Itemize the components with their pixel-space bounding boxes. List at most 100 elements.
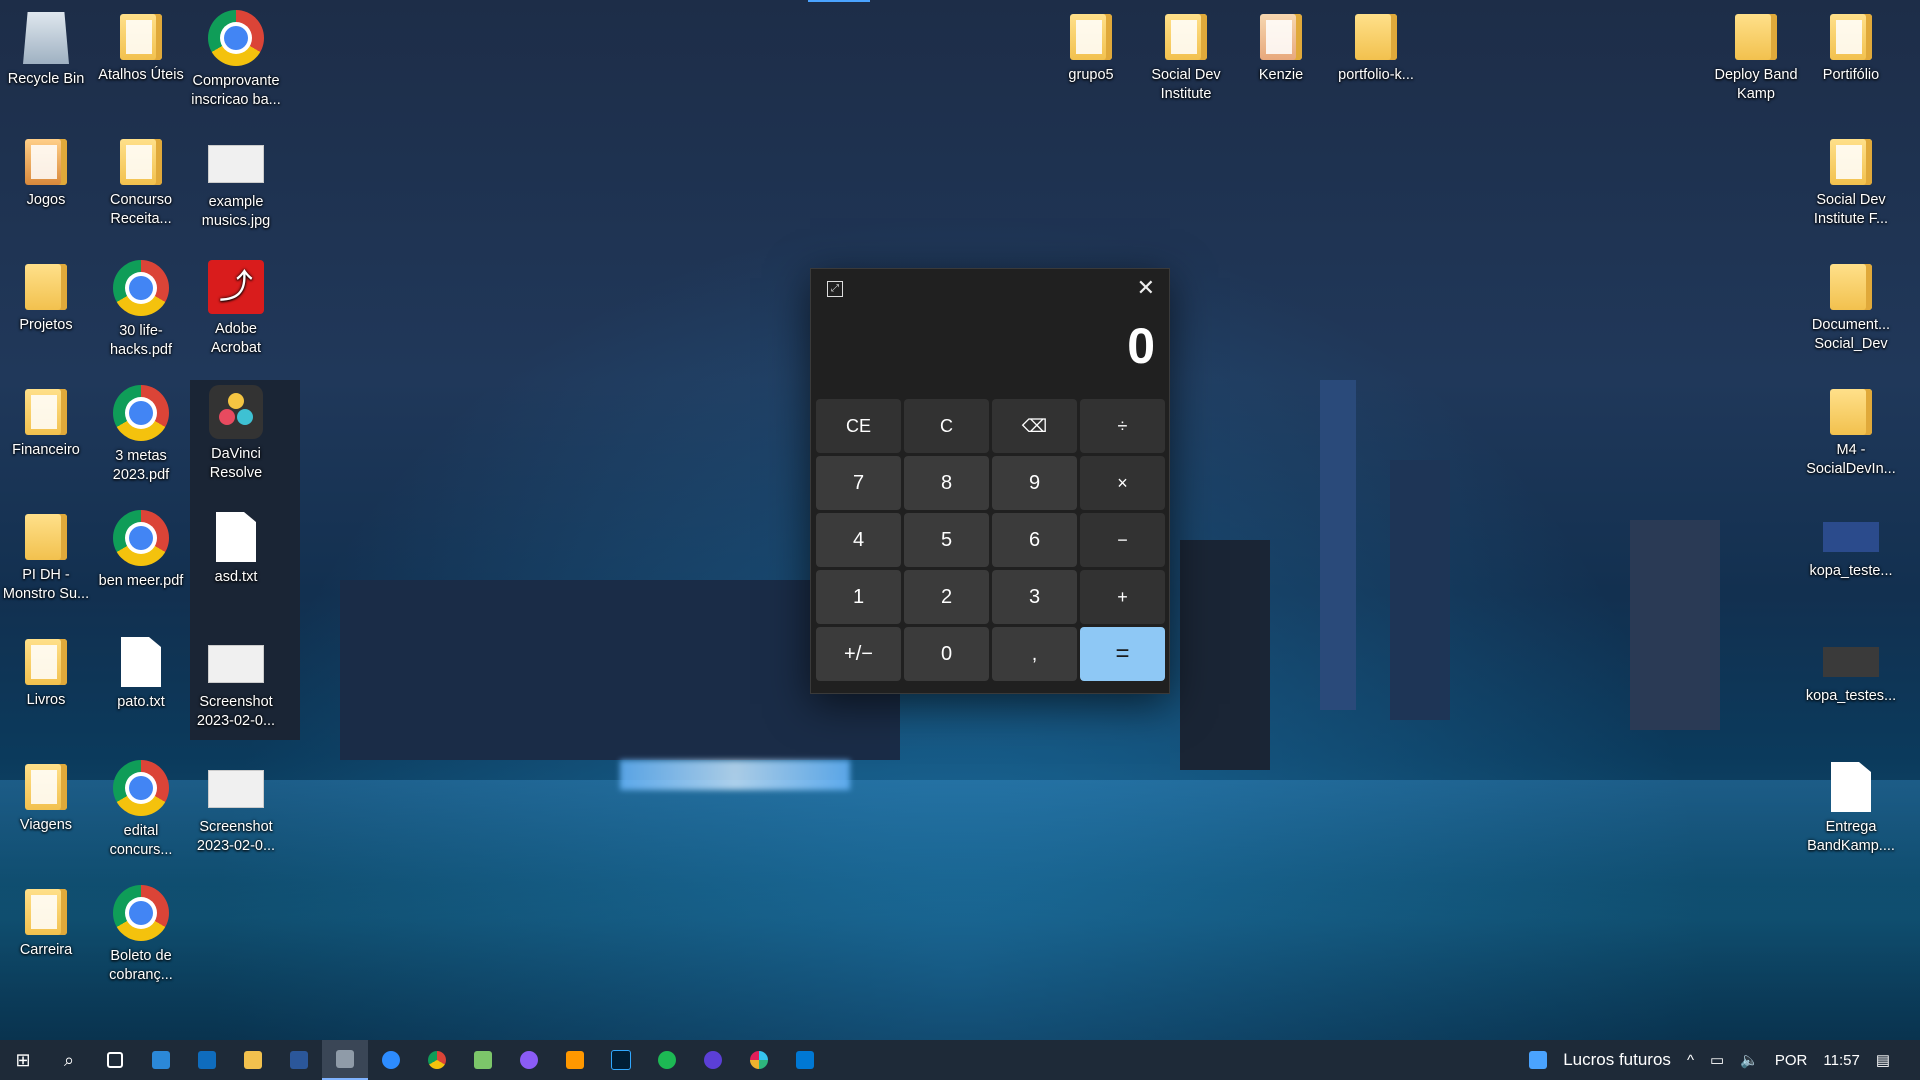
notification-icon[interactable]: ▤ — [1876, 1051, 1890, 1069]
calculator-taskbar-icon[interactable] — [322, 1040, 368, 1080]
digit-7-button[interactable]: 7 — [816, 456, 901, 510]
digit-0-button[interactable]: 0 — [904, 627, 989, 681]
word-icon[interactable] — [276, 1040, 322, 1080]
chrome-shortcut-item[interactable]: edital concurs... — [95, 758, 187, 860]
digit-2-button[interactable]: 2 — [904, 570, 989, 624]
icon-label: Entrega BandKamp.... — [1807, 819, 1895, 854]
chrome-shortcut-item[interactable]: 30 life-hacks.pdf — [95, 258, 187, 360]
image-file-item[interactable]: Screenshot 2023-02-0... — [190, 633, 282, 731]
widget-label[interactable]: Lucros futuros — [1563, 1050, 1671, 1070]
icon-label: Jogos — [26, 192, 66, 208]
store-icon[interactable] — [138, 1040, 184, 1080]
volume-icon[interactable]: 🔈 — [1740, 1051, 1759, 1069]
folder-icon — [120, 139, 162, 185]
folder-icon — [1355, 14, 1397, 60]
clear-button[interactable]: C — [904, 399, 989, 453]
icon-label: 30 life-hacks.pdf — [109, 323, 173, 358]
chrome-shortcut-item[interactable]: Comprovante inscricao ba... — [190, 8, 282, 110]
davinci-shortcut-item[interactable]: DaVinci Resolve — [190, 383, 282, 483]
notepad-icon[interactable] — [460, 1040, 506, 1080]
file-explorer-icon[interactable] — [230, 1040, 276, 1080]
image-file-item[interactable]: kopa_teste... — [1805, 508, 1897, 581]
digit-1-button[interactable]: 1 — [816, 570, 901, 624]
browser-icon[interactable] — [690, 1040, 736, 1080]
chrome-shortcut-item[interactable]: ben meer.pdf — [95, 508, 187, 591]
acrobat-shortcut-item[interactable]: ⤴ Adobe Acrobat — [190, 258, 282, 358]
photoshop-icon[interactable] — [598, 1040, 644, 1080]
folder-item[interactable]: M4 - SocialDevIn... — [1805, 383, 1897, 479]
folder-item[interactable]: portfolio-k... — [1330, 8, 1422, 85]
image-file-icon — [1823, 522, 1879, 552]
text-file-icon — [1831, 762, 1871, 812]
add-button[interactable]: + — [1080, 570, 1165, 624]
clock[interactable]: 11:57 — [1823, 1052, 1859, 1069]
github-icon[interactable] — [506, 1040, 552, 1080]
folder-item[interactable]: Financeiro — [0, 383, 92, 460]
text-file-item[interactable]: Entrega BandKamp.... — [1805, 758, 1897, 856]
folder-item[interactable]: grupo5 — [1045, 8, 1137, 85]
network-icon[interactable]: ▭ — [1710, 1051, 1724, 1069]
expand-icon[interactable]: ⤢ — [827, 281, 843, 297]
image-file-item[interactable]: kopa_testes... — [1805, 633, 1897, 706]
icon-label: kopa_testes... — [1805, 688, 1897, 704]
decimal-button[interactable]: , — [992, 627, 1077, 681]
folder-item[interactable]: Concurso Receita... — [95, 133, 187, 229]
mail-icon[interactable] — [184, 1040, 230, 1080]
close-button[interactable]: ✕ — [1137, 275, 1155, 301]
zoom-icon[interactable] — [368, 1040, 414, 1080]
sublime-icon[interactable] — [552, 1040, 598, 1080]
folder-item[interactable]: Document... Social_Dev — [1805, 258, 1897, 354]
acrobat-icon: ⤴ — [208, 260, 264, 314]
multiply-button[interactable]: × — [1080, 456, 1165, 510]
negate-button[interactable]: +/− — [816, 627, 901, 681]
folder-item[interactable]: Jogos — [0, 133, 92, 210]
task-view-icon[interactable] — [92, 1040, 138, 1080]
folder-item[interactable]: Livros — [0, 633, 92, 710]
vscode-icon[interactable] — [782, 1040, 828, 1080]
digit-8-button[interactable]: 8 — [904, 456, 989, 510]
folder-item[interactable]: Deploy Band Kamp — [1710, 8, 1802, 104]
recycle-bin-icon — [23, 12, 69, 64]
digit-3-button[interactable]: 3 — [992, 570, 1077, 624]
river — [0, 780, 1920, 1040]
folder-item[interactable]: Social Dev Institute — [1140, 8, 1232, 104]
subtract-button[interactable]: − — [1080, 513, 1165, 567]
folder-item[interactable]: PI DH - Monstro Su... — [0, 508, 92, 604]
folder-icon — [25, 389, 67, 435]
folder-item[interactable]: Viagens — [0, 758, 92, 835]
chrome-shortcut-item[interactable]: 3 metas 2023.pdf — [95, 383, 187, 485]
folder-icon — [1735, 14, 1777, 60]
clear-entry-button[interactable]: CE — [816, 399, 901, 453]
icon-label: 3 metas 2023.pdf — [112, 448, 170, 483]
widget-icon[interactable] — [1529, 1051, 1548, 1069]
text-file-item[interactable]: pato.txt — [95, 633, 187, 712]
folder-item[interactable]: Carreira — [0, 883, 92, 960]
chevron-up-icon[interactable]: ^ — [1687, 1052, 1694, 1069]
chrome-icon — [113, 885, 169, 941]
digit-9-button[interactable]: 9 — [992, 456, 1077, 510]
divide-button[interactable]: ÷ — [1080, 399, 1165, 453]
search-button[interactable]: ⌕ — [46, 1040, 92, 1080]
spotify-icon[interactable] — [644, 1040, 690, 1080]
icon-label: Screenshot 2023-02-0... — [196, 819, 276, 854]
image-file-item[interactable]: example musics.jpg — [190, 133, 282, 231]
slack-icon[interactable] — [736, 1040, 782, 1080]
image-file-item[interactable]: Screenshot 2023-02-0... — [190, 758, 282, 856]
text-file-item[interactable]: asd.txt — [190, 508, 282, 587]
recycle-bin-icon-item[interactable]: Recycle Bin — [0, 8, 92, 89]
folder-item[interactable]: Portifólio — [1805, 8, 1897, 85]
equals-button[interactable]: = — [1080, 627, 1165, 681]
folder-item[interactable]: Atalhos Úteis — [95, 8, 187, 85]
folder-item[interactable]: Kenzie — [1235, 8, 1327, 85]
folder-item[interactable]: Social Dev Institute F... — [1805, 133, 1897, 229]
digit-5-button[interactable]: 5 — [904, 513, 989, 567]
backspace-button[interactable]: ⌫ — [992, 399, 1077, 453]
start-button[interactable]: ⊞ — [0, 1040, 46, 1080]
language-indicator[interactable]: POR — [1775, 1052, 1808, 1069]
digit-6-button[interactable]: 6 — [992, 513, 1077, 567]
icon-label: DaVinci Resolve — [209, 446, 263, 481]
digit-4-button[interactable]: 4 — [816, 513, 901, 567]
chrome-shortcut-item[interactable]: Boleto de cobranç... — [95, 883, 187, 985]
folder-item[interactable]: Projetos — [0, 258, 92, 335]
chrome-taskbar-icon[interactable] — [414, 1040, 460, 1080]
